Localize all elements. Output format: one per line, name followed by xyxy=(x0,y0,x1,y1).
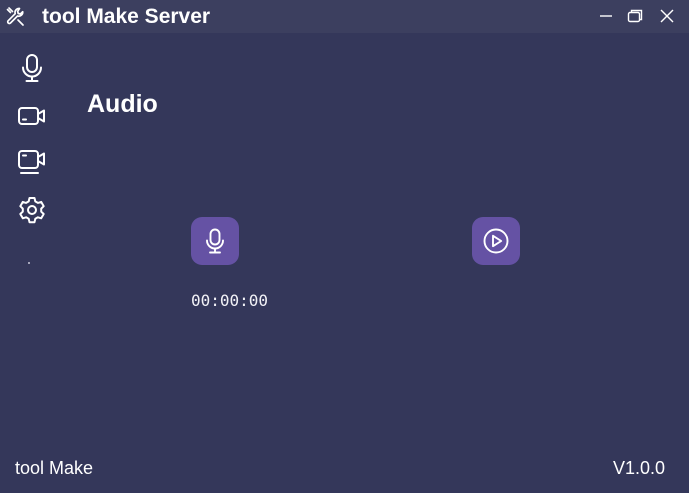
gear-icon xyxy=(16,194,48,226)
close-icon[interactable] xyxy=(657,6,677,26)
sidebar-item-video[interactable] xyxy=(16,100,48,132)
wrench-tools-icon xyxy=(4,5,28,29)
window-title: tool Make Server xyxy=(42,5,211,28)
microphone-icon xyxy=(16,52,48,84)
footer-version: V1.0.0 xyxy=(612,458,665,478)
restore-icon[interactable] xyxy=(625,6,645,26)
screen-record-icon xyxy=(16,146,48,178)
video-camera-icon xyxy=(16,100,48,132)
footer-app-name: tool Make xyxy=(15,458,94,478)
sidebar-item-screen[interactable] xyxy=(16,146,48,178)
sidebar-item-audio[interactable] xyxy=(16,52,48,84)
title-bar[interactable]: tool Make Server xyxy=(0,0,689,33)
recording-timer: 00:00:00 xyxy=(191,291,269,310)
record-button[interactable] xyxy=(191,217,239,265)
minimize-icon[interactable] xyxy=(596,6,616,26)
play-button[interactable] xyxy=(472,217,520,265)
page-title: Audio xyxy=(87,90,158,118)
app-window: tool Make Server Audio 00:00:00 tool Mak… xyxy=(0,0,689,493)
sidebar-dot xyxy=(28,262,30,264)
sidebar-item-settings[interactable] xyxy=(16,194,48,226)
